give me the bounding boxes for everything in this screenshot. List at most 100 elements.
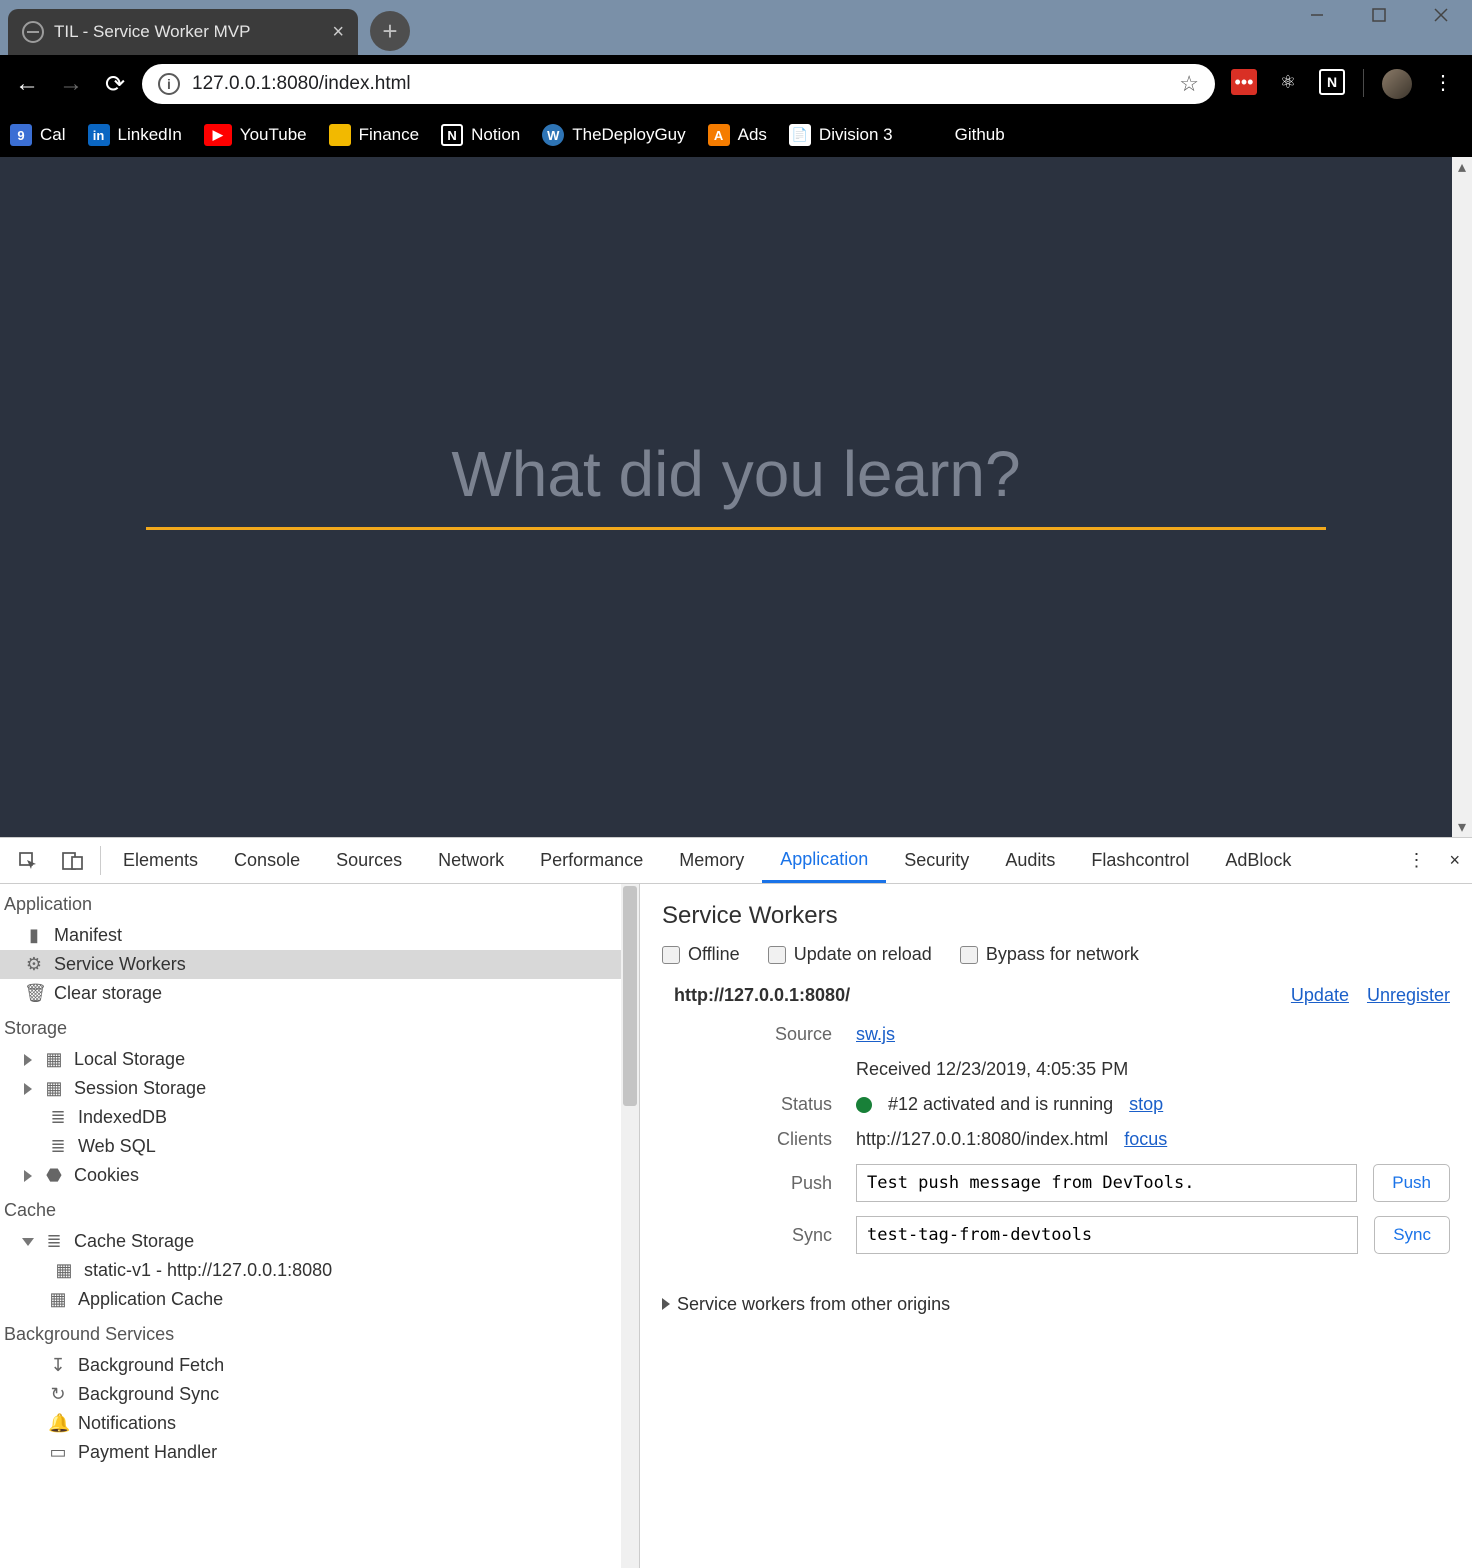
devtools-menu-icon[interactable]: ⋮ bbox=[1395, 838, 1437, 883]
card-icon: ▭ bbox=[48, 1442, 68, 1463]
minimize-button[interactable] bbox=[1286, 0, 1348, 30]
sidebar-item-service-workers[interactable]: ⚙Service Workers bbox=[0, 950, 639, 979]
service-workers-panel: Service Workers Offline Update on reload… bbox=[640, 884, 1472, 1568]
devtools: Elements Console Sources Network Perform… bbox=[0, 837, 1472, 1568]
sidebar-item-clear-storage[interactable]: 🗑Clear storage bbox=[0, 979, 639, 1008]
devtools-tabbar: Elements Console Sources Network Perform… bbox=[0, 838, 1472, 884]
sidebar-item-local-storage[interactable]: ▦Local Storage bbox=[0, 1045, 639, 1074]
tab-console[interactable]: Console bbox=[216, 838, 318, 883]
window-close-button[interactable] bbox=[1410, 0, 1472, 30]
tab-elements[interactable]: Elements bbox=[105, 838, 216, 883]
extension-lastpass-icon[interactable]: ••• bbox=[1231, 69, 1257, 95]
sidebar-item-indexeddb[interactable]: ≣IndexedDB bbox=[0, 1103, 639, 1132]
hero-input[interactable] bbox=[146, 437, 1326, 530]
grid-icon: ▦ bbox=[54, 1260, 74, 1281]
back-button[interactable]: ← bbox=[10, 67, 44, 101]
profile-avatar[interactable] bbox=[1382, 69, 1412, 99]
browser-menu-icon[interactable]: ⋮ bbox=[1430, 69, 1456, 95]
sidebar-item-cache-storage[interactable]: ≣Cache Storage bbox=[0, 1227, 639, 1256]
bookmark-cal[interactable]: 9Cal bbox=[10, 124, 66, 146]
tab-network[interactable]: Network bbox=[420, 838, 522, 883]
bookmark-star-icon[interactable]: ☆ bbox=[1179, 71, 1199, 97]
check-bypass-network[interactable]: Bypass for network bbox=[960, 944, 1139, 965]
bookmark-ads[interactable]: AAds bbox=[708, 124, 767, 146]
tab-adblock[interactable]: AdBlock bbox=[1207, 838, 1309, 883]
forward-button[interactable]: → bbox=[54, 67, 88, 101]
focus-link[interactable]: focus bbox=[1124, 1129, 1167, 1150]
site-info-icon[interactable]: i bbox=[158, 73, 180, 95]
database-icon: ≣ bbox=[44, 1231, 64, 1252]
clients-label: Clients bbox=[662, 1129, 856, 1150]
sidebar-cat-cache: Cache bbox=[0, 1190, 639, 1227]
sidebar-item-notifications[interactable]: 🔔Notifications bbox=[0, 1409, 639, 1438]
grid-icon: ▦ bbox=[44, 1078, 64, 1099]
sync-label: Sync bbox=[662, 1225, 856, 1246]
update-link[interactable]: Update bbox=[1291, 985, 1349, 1006]
bookmark-finance[interactable]: Finance bbox=[329, 124, 419, 146]
push-input[interactable] bbox=[856, 1164, 1357, 1202]
sidebar-item-session-storage[interactable]: ▦Session Storage bbox=[0, 1074, 639, 1103]
maximize-button[interactable] bbox=[1348, 0, 1410, 30]
device-toolbar-icon[interactable] bbox=[50, 838, 96, 883]
stop-link[interactable]: stop bbox=[1129, 1094, 1163, 1115]
sidebar-item-manifest[interactable]: ▮Manifest bbox=[0, 921, 639, 950]
sidebar-item-bg-sync[interactable]: ↻Background Sync bbox=[0, 1380, 639, 1409]
checkbox-icon bbox=[768, 946, 786, 964]
sync-button[interactable]: Sync bbox=[1374, 1216, 1450, 1254]
sidebar-item-websql[interactable]: ≣Web SQL bbox=[0, 1132, 639, 1161]
check-offline[interactable]: Offline bbox=[662, 944, 740, 965]
checkbox-icon bbox=[662, 946, 680, 964]
bookmark-thedeployguy[interactable]: WTheDeployGuy bbox=[542, 124, 685, 146]
browser-toolbar: ← → ⟳ i 127.0.0.1:8080/index.html ☆ ••• … bbox=[0, 55, 1472, 113]
other-origins-toggle[interactable]: Service workers from other origins bbox=[662, 1294, 1450, 1315]
sidebar-item-application-cache[interactable]: ▦Application Cache bbox=[0, 1285, 639, 1314]
bookmark-github[interactable]: Github bbox=[955, 125, 1005, 145]
chevron-down-icon bbox=[22, 1238, 34, 1246]
extension-notion-icon[interactable]: N bbox=[1319, 69, 1345, 95]
bookmark-youtube[interactable]: ▶YouTube bbox=[204, 124, 307, 146]
browser-tab[interactable]: TIL - Service Worker MVP × bbox=[8, 9, 358, 55]
push-button[interactable]: Push bbox=[1373, 1164, 1450, 1202]
bookmark-division3[interactable]: 📄Division 3 bbox=[789, 124, 893, 146]
scrollbar-thumb[interactable] bbox=[623, 886, 637, 1106]
sidebar-item-cache-entry[interactable]: ▦static-v1 - http://127.0.0.1:8080 bbox=[0, 1256, 639, 1285]
gear-icon: ⚙ bbox=[24, 954, 44, 975]
wordpress-icon: W bbox=[542, 124, 564, 146]
tab-sources[interactable]: Sources bbox=[318, 838, 420, 883]
cookie-icon: ⬣ bbox=[44, 1165, 64, 1186]
tab-memory[interactable]: Memory bbox=[661, 838, 762, 883]
sidebar-item-payment-handler[interactable]: ▭Payment Handler bbox=[0, 1438, 639, 1467]
linkedin-icon: in bbox=[88, 124, 110, 146]
tab-title: TIL - Service Worker MVP bbox=[54, 22, 250, 42]
youtube-icon: ▶ bbox=[204, 124, 232, 146]
devtools-close-icon[interactable]: × bbox=[1437, 838, 1472, 883]
reload-button[interactable]: ⟳ bbox=[98, 67, 132, 101]
database-icon: ≣ bbox=[48, 1107, 68, 1128]
sidebar-item-bg-fetch[interactable]: ↧Background Fetch bbox=[0, 1351, 639, 1380]
scroll-up-icon[interactable]: ▴ bbox=[1452, 157, 1472, 177]
unregister-link[interactable]: Unregister bbox=[1367, 985, 1450, 1006]
scroll-down-icon[interactable]: ▾ bbox=[1452, 817, 1472, 837]
tab-audits[interactable]: Audits bbox=[987, 838, 1073, 883]
bookmark-notion[interactable]: NNotion bbox=[441, 124, 520, 146]
sidebar-item-cookies[interactable]: ⬣Cookies bbox=[0, 1161, 639, 1190]
devtools-sidebar: Application ▮Manifest ⚙Service Workers 🗑… bbox=[0, 884, 640, 1568]
fetch-icon: ↧ bbox=[48, 1355, 68, 1376]
check-update-reload[interactable]: Update on reload bbox=[768, 944, 932, 965]
tab-performance[interactable]: Performance bbox=[522, 838, 661, 883]
address-bar[interactable]: i 127.0.0.1:8080/index.html ☆ bbox=[142, 64, 1215, 104]
tab-application[interactable]: Application bbox=[762, 838, 886, 883]
sync-input[interactable] bbox=[856, 1216, 1358, 1254]
sidebar-scrollbar[interactable] bbox=[621, 884, 639, 1568]
new-tab-button[interactable]: + bbox=[370, 11, 410, 51]
bookmark-linkedin[interactable]: inLinkedIn bbox=[88, 124, 182, 146]
page-scrollbar[interactable]: ▴ ▾ bbox=[1452, 157, 1472, 837]
tab-flashcontrol[interactable]: Flashcontrol bbox=[1073, 838, 1207, 883]
close-tab-icon[interactable]: × bbox=[332, 21, 344, 44]
extension-react-icon[interactable]: ⚛ bbox=[1275, 69, 1301, 95]
tab-security[interactable]: Security bbox=[886, 838, 987, 883]
sync-icon: ↻ bbox=[48, 1384, 68, 1405]
source-link[interactable]: sw.js bbox=[856, 1024, 895, 1045]
inspect-element-icon[interactable] bbox=[6, 838, 50, 883]
trash-icon: 🗑 bbox=[24, 983, 44, 1004]
